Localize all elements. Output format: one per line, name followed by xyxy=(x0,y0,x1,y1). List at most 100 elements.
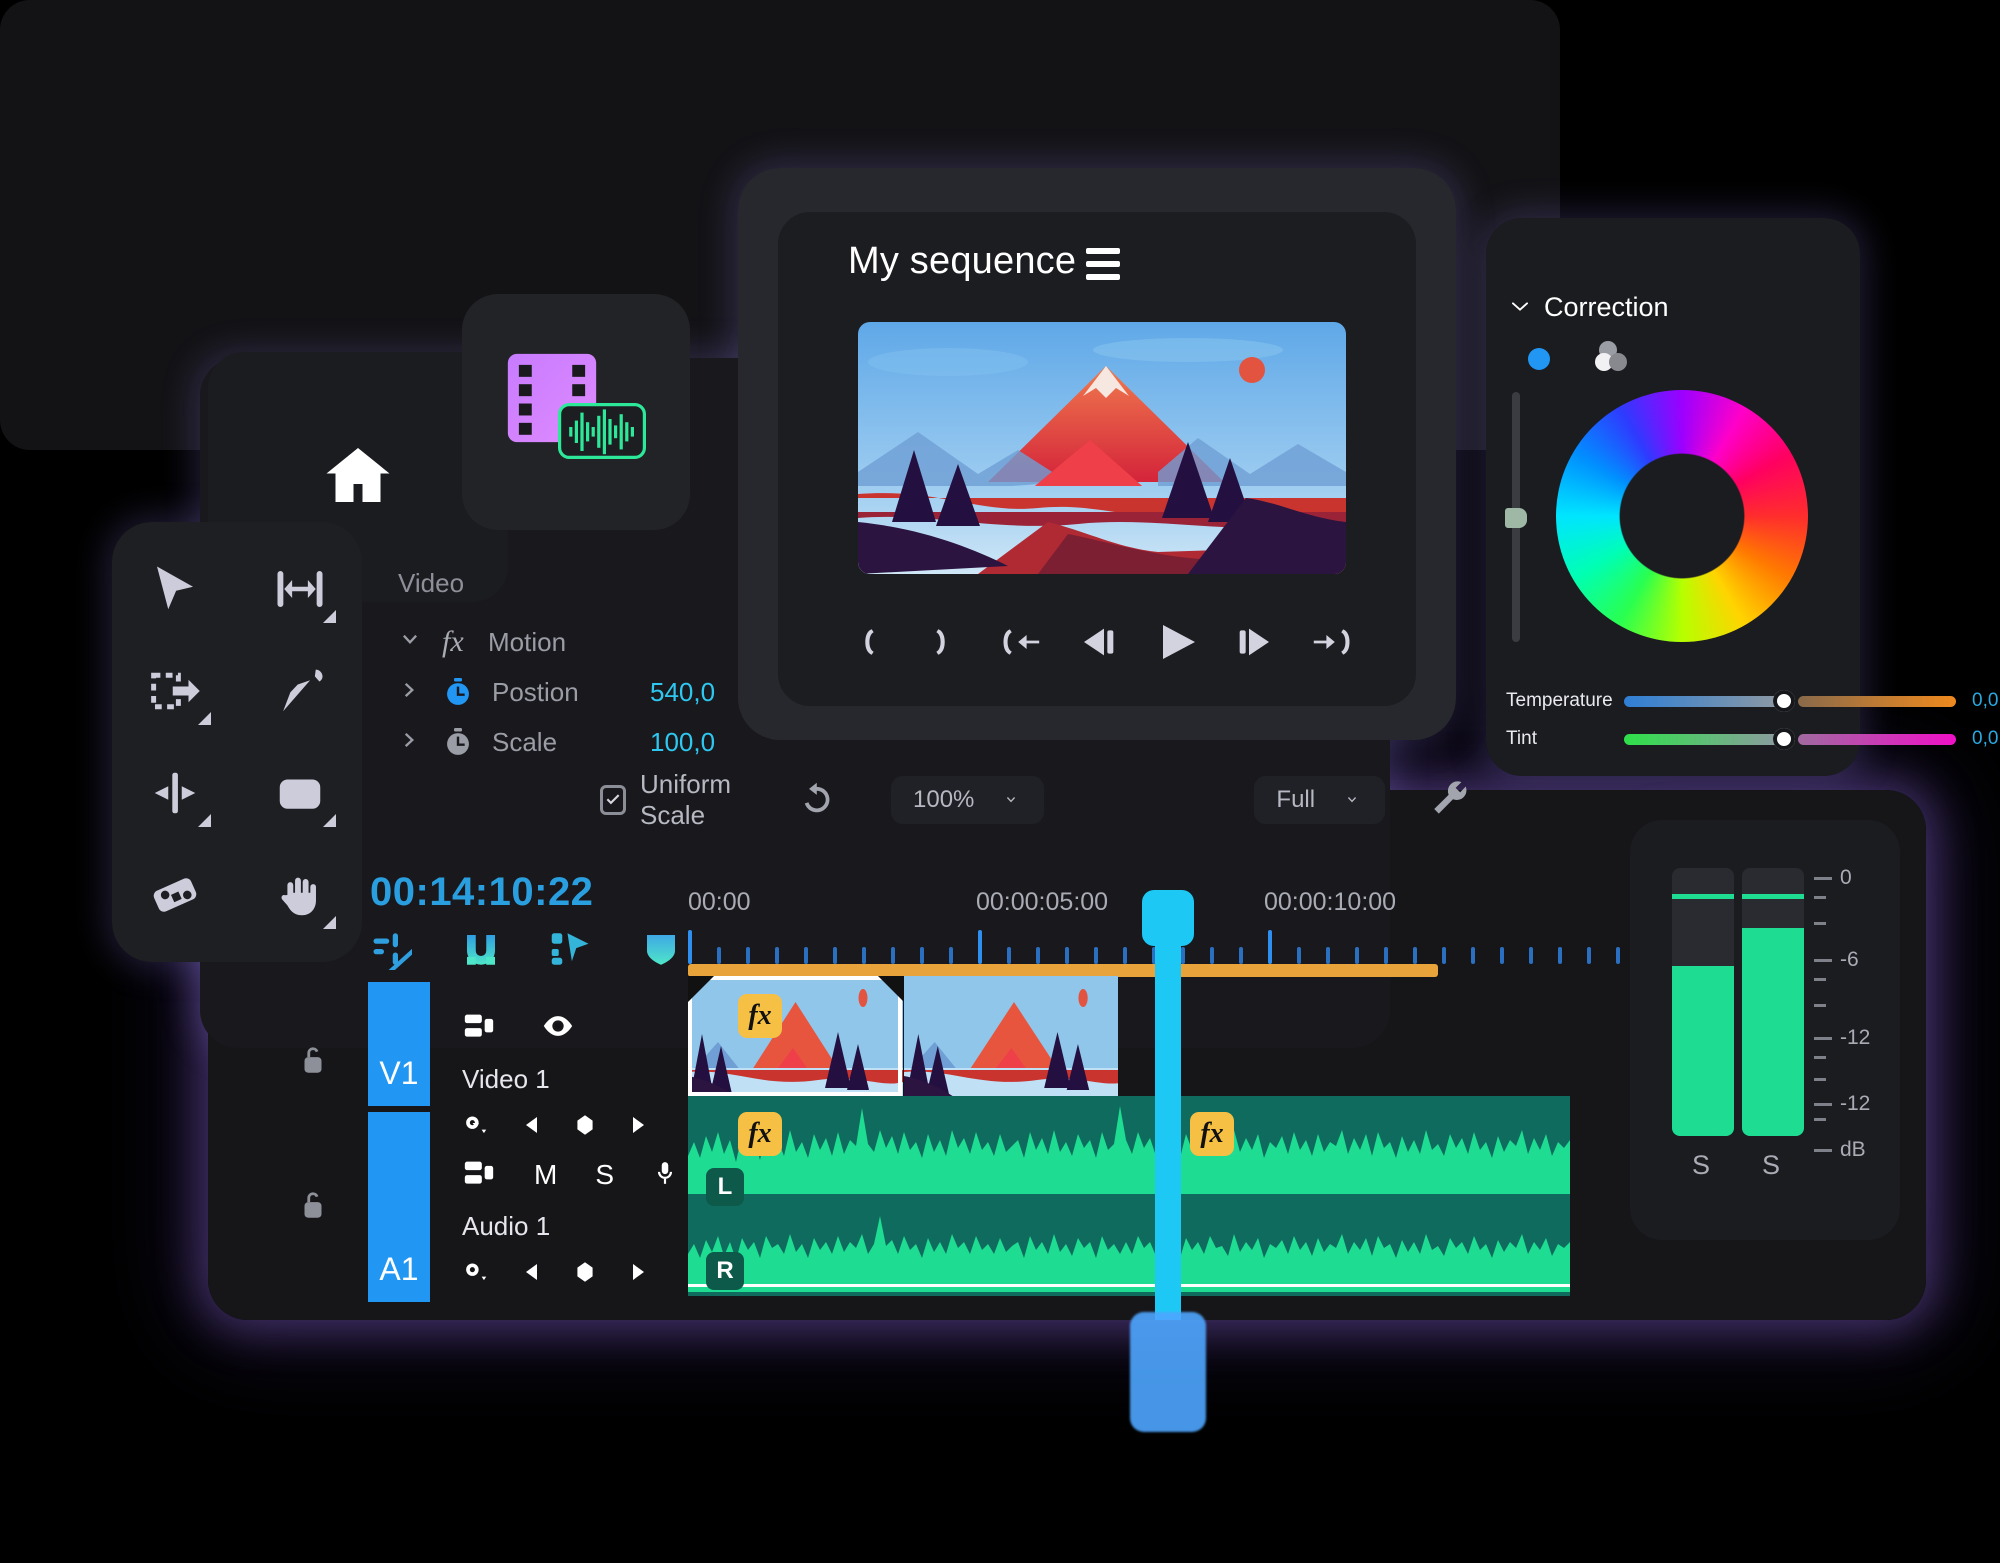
meter-channel-left[interactable] xyxy=(1672,868,1734,1136)
ripple-edit-tool[interactable] xyxy=(127,643,223,739)
track-id-a1[interactable]: A1 xyxy=(368,1112,430,1302)
stopwatch-icon[interactable] xyxy=(442,676,474,708)
prev-keyframe-icon[interactable] xyxy=(520,1260,544,1289)
tint-slider-track-right[interactable] xyxy=(1798,733,1956,745)
chevron-right-icon[interactable] xyxy=(398,728,420,757)
playhead-handle[interactable] xyxy=(1142,890,1194,946)
property-value-x[interactable]: 540,0 xyxy=(650,677,715,708)
magnet-icon[interactable] xyxy=(460,928,502,970)
transport-controls xyxy=(838,612,1360,672)
correction-header[interactable]: Correction xyxy=(1510,292,1669,323)
go-to-out-button[interactable] xyxy=(1304,614,1360,670)
audio-level-line[interactable] xyxy=(688,1284,1570,1287)
track-select-tool[interactable] xyxy=(252,541,348,637)
eye-icon[interactable] xyxy=(540,1009,576,1048)
mic-icon[interactable] xyxy=(652,1157,678,1194)
temperature-slider-track-left[interactable] xyxy=(1624,695,1784,707)
home-icon[interactable] xyxy=(322,439,394,516)
step-forward-button[interactable] xyxy=(1226,614,1282,670)
mark-out-button[interactable] xyxy=(916,614,972,670)
add-keyframe-icon[interactable] xyxy=(572,1112,598,1143)
track-lock-a1[interactable] xyxy=(296,1185,330,1225)
next-keyframe-icon[interactable] xyxy=(626,1260,650,1289)
media-browser-tile[interactable] xyxy=(462,294,690,530)
add-keyframe-icon[interactable] xyxy=(572,1259,598,1290)
quality-select[interactable]: Full xyxy=(1254,776,1386,824)
slip-tool[interactable] xyxy=(127,847,223,943)
zoom-level-select[interactable]: 100% xyxy=(891,776,1045,824)
hamburger-icon[interactable] xyxy=(1086,248,1120,287)
pen-tool[interactable] xyxy=(252,643,348,739)
tint-value[interactable]: 0,0 xyxy=(1972,728,1998,750)
selection-tool[interactable] xyxy=(127,541,223,637)
keyframe-menu-icon[interactable] xyxy=(462,1111,492,1144)
tool-more-indicator xyxy=(197,712,211,725)
three-circles-icon[interactable] xyxy=(1594,340,1628,377)
track-output-icon[interactable] xyxy=(462,1156,496,1195)
track-header-v1: Video 1 xyxy=(462,1008,692,1144)
timeline-ruler[interactable]: 00:00 00:00:05:00 00:00:10:00 xyxy=(688,888,1736,964)
timeline-timecode[interactable]: 00:14:10:22 xyxy=(370,870,593,915)
marker-arrow-icon[interactable] xyxy=(550,928,592,970)
ruler-label: 00:00:10:00 xyxy=(1264,888,1397,916)
chevron-down-icon[interactable] xyxy=(1510,299,1530,317)
correction-master-slider-knob[interactable] xyxy=(1505,508,1527,528)
tool-more-indicator xyxy=(322,916,336,929)
track-id-v1[interactable]: V1 xyxy=(368,982,430,1106)
go-to-in-button[interactable] xyxy=(993,614,1049,670)
video-fx-badge[interactable]: fx xyxy=(738,994,782,1038)
tint-slider-knob[interactable] xyxy=(1773,728,1795,750)
ruler-label: 00:00:05:00 xyxy=(976,888,1109,916)
program-preview-image[interactable] xyxy=(858,322,1346,574)
play-button[interactable] xyxy=(1149,614,1205,670)
audio-fx-badge[interactable]: fx xyxy=(738,1112,782,1156)
temperature-slider-knob[interactable] xyxy=(1773,690,1795,712)
meter-peak-left xyxy=(1672,894,1734,899)
uniform-scale-checkbox[interactable] xyxy=(600,785,626,815)
uniform-scale-label: Uniform Scale xyxy=(640,769,732,830)
meter-scale-label: -6 xyxy=(1840,948,1859,971)
chevron-down-icon[interactable] xyxy=(398,628,420,657)
keyframe-menu-icon[interactable] xyxy=(462,1258,492,1291)
temperature-slider-track-right[interactable] xyxy=(1798,695,1956,707)
meter-solo-right[interactable]: S xyxy=(1762,1150,1780,1181)
track-output-icon[interactable] xyxy=(462,1009,496,1048)
wrench-icon[interactable] xyxy=(1429,777,1471,824)
quality-value: Full xyxy=(1276,786,1316,813)
meter-scale-label: -12 xyxy=(1840,1026,1871,1049)
meter-channel-right[interactable] xyxy=(1742,868,1804,1136)
timeline-toolbar xyxy=(370,928,682,975)
mute-button[interactable]: M xyxy=(534,1159,557,1191)
meter-solo-left[interactable]: S xyxy=(1692,1150,1710,1181)
temperature-slider-row: Temperature 0,0 xyxy=(1506,690,1998,712)
tint-slider-track-left[interactable] xyxy=(1624,733,1784,745)
selected-clip-outline[interactable] xyxy=(688,976,902,1096)
solo-button[interactable]: S xyxy=(595,1159,614,1191)
prev-keyframe-icon[interactable] xyxy=(520,1113,544,1142)
color-wheel[interactable] xyxy=(1556,390,1808,642)
property-value-scale[interactable]: 100,0 xyxy=(650,727,715,758)
tint-slider-row: Tint 0,0 xyxy=(1506,728,1998,750)
audio-clip[interactable] xyxy=(688,1096,1570,1296)
right-channel-badge: R xyxy=(706,1252,744,1290)
shield-icon[interactable] xyxy=(640,928,682,970)
mark-in-button[interactable] xyxy=(838,614,894,670)
track-header-a1: M S Audio 1 xyxy=(462,1155,722,1291)
step-back-button[interactable] xyxy=(1071,614,1127,670)
color-dot-icon[interactable] xyxy=(1528,347,1550,370)
link-slash-icon[interactable] xyxy=(370,928,420,975)
clip-handle-right[interactable] xyxy=(878,976,904,1002)
temperature-value[interactable]: 0,0 xyxy=(1972,690,1998,712)
chevron-right-icon[interactable] xyxy=(398,678,420,707)
playhead-line[interactable] xyxy=(1155,890,1181,1320)
hand-tool[interactable] xyxy=(252,847,348,943)
next-keyframe-icon[interactable] xyxy=(626,1113,650,1142)
clip-handle-left[interactable] xyxy=(688,976,714,1002)
track-lock-v1[interactable] xyxy=(296,1040,330,1080)
rate-stretch-tool[interactable] xyxy=(252,745,348,841)
stopwatch-icon[interactable] xyxy=(442,726,474,758)
rolling-edit-tool[interactable] xyxy=(127,745,223,841)
audio-fx-badge-2[interactable]: fx xyxy=(1190,1112,1234,1156)
reset-icon[interactable] xyxy=(797,779,835,822)
sequence-title: My sequence xyxy=(848,240,1077,282)
